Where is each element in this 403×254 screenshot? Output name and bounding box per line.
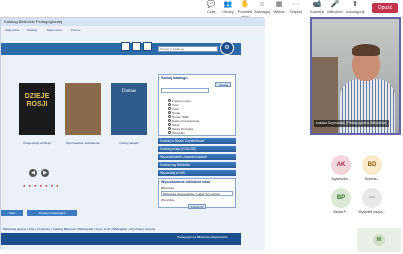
section-bar[interactable]: Szukaj prasy (CZA-SE) xyxy=(158,146,236,152)
tab-account[interactable]: Moje konto xyxy=(47,27,62,33)
site-search-input[interactable]: Szukaj w katalogu xyxy=(158,46,218,52)
speaker-video[interactable]: Łukasz Szymański (Pedagogiczna Bibliotek… xyxy=(310,17,401,135)
tab-help[interactable]: Pomoc xyxy=(71,27,80,33)
participant-name: Bożena... xyxy=(364,177,380,181)
participant-name: Beata P... xyxy=(333,210,349,214)
radio-icon xyxy=(168,119,171,122)
shared-screen: Katalog Biblioteki Pedagogicznej Najnows… xyxy=(0,17,265,250)
speaker-name-tag: Łukasz Szymański (Pedagogiczna Bibliotek… xyxy=(314,120,389,127)
section-bar[interactable]: Szukaj wg Bibliotek xyxy=(158,162,236,168)
book-cover[interactable] xyxy=(65,83,101,135)
radio-icon xyxy=(168,127,171,130)
radio-icon xyxy=(168,131,171,134)
meeting-toolbar: 💬Czat 👥Osoby ✋Podnieś rękę ☺Zareaguj ▦Wi… xyxy=(0,0,403,19)
tab-collections[interactable]: Szukaj w kolekcjach xyxy=(27,210,77,216)
tab-latest[interactable]: Najnowsze xyxy=(5,27,20,33)
tab-catalog[interactable]: Katalog xyxy=(27,27,37,33)
mic-button[interactable]: 🎤 Mikrofon xyxy=(324,1,346,14)
section-bar[interactable]: Szukaj w Bazie Czytelnikowi xyxy=(158,138,236,144)
book-title[interactable]: Czarny łabędź xyxy=(109,141,149,145)
section-bar[interactable]: Wyszukaj w NIK xyxy=(158,170,236,176)
bottom-tab-strip: Start Szukaj w kolekcjach xyxy=(1,210,241,216)
library-select[interactable]: Biblioteka Wojewódzka / Lukas Szymański xyxy=(161,191,233,196)
library-logo-icon: ⚙ xyxy=(220,41,234,55)
section-bar[interactable]: Wyszukiwanie zaawansowane xyxy=(158,154,236,160)
participant-name: Agnieszka... xyxy=(331,177,351,181)
carousel-prev-button[interactable]: ◀ xyxy=(29,169,37,177)
browser-tab-strip: Najnowsze Katalog Moje konto Pomoc xyxy=(1,26,265,34)
book-cover[interactable]: Dumas xyxy=(111,83,147,135)
search-option[interactable]: Wszystko xyxy=(159,131,235,135)
view-all-participants-button[interactable]: ··· xyxy=(362,188,382,208)
catalog-search-button[interactable]: Szukaj xyxy=(215,82,232,87)
tab-start[interactable]: Start xyxy=(1,210,23,216)
more-icon: ··· xyxy=(292,1,300,8)
more-button[interactable]: ··· Więcej xyxy=(285,1,307,14)
book-cover[interactable]: DZIEJE ROSJI xyxy=(19,83,55,135)
book-title[interactable]: Dzieje Rosji od Rosji xyxy=(17,141,57,145)
year-select[interactable]: Wszystkie xyxy=(159,197,235,202)
radio-icon xyxy=(168,115,171,118)
home-icon[interactable] xyxy=(121,42,130,51)
library-submit-button[interactable]: Zatwierdź xyxy=(188,204,206,209)
participant-name: Wyświetl wszys... xyxy=(358,210,386,214)
sitemap-icon[interactable] xyxy=(143,42,152,51)
library-field-label: Biblioteka xyxy=(161,186,175,190)
contact-icon[interactable] xyxy=(132,42,141,51)
catalog-search-panel: Szukaj katalogu Szukaj Fraza w tytule Ty… xyxy=(158,74,236,136)
footer-links[interactable]: Biblioteka główna | Filia | Czytelnicy |… xyxy=(1,226,241,232)
microphone-icon: 🎤 xyxy=(330,1,340,8)
radio-icon xyxy=(168,123,171,126)
participant-avatar[interactable]: BP xyxy=(331,188,351,208)
self-avatar: M xyxy=(373,234,385,246)
radio-icon xyxy=(168,99,171,102)
footer-text: Pedagogiczna Biblioteka Wojewódzka xyxy=(177,235,228,239)
leave-button[interactable]: Opuść xyxy=(372,3,398,13)
share-icon: ⬆ xyxy=(352,1,358,8)
radio-icon xyxy=(168,103,171,106)
library-select-box: Wyszukiwanie biblioteki lokal Biblioteka… xyxy=(158,178,236,209)
book-title[interactable]: Wychowanie, kształcenie xyxy=(63,141,103,145)
catalog-search-input[interactable] xyxy=(161,88,209,93)
speaker-hair xyxy=(352,44,380,56)
book-carousel: DZIEJE ROSJI Dzieje Rosji od Rosji Wycho… xyxy=(5,79,155,188)
participant-avatar[interactable]: BD xyxy=(362,155,382,175)
library-catalog-page: Szukaj w katalogu ⚙ DZIEJE ROSJI Dzieje … xyxy=(1,34,265,250)
self-view[interactable]: M xyxy=(357,228,401,252)
carousel-next-button[interactable]: ▶ xyxy=(41,169,49,177)
radio-icon xyxy=(168,111,171,114)
carousel-dots[interactable]: ● ● ● ● ● ● ● xyxy=(23,183,60,188)
participant-avatar[interactable]: AK xyxy=(331,155,351,175)
radio-icon xyxy=(168,107,171,110)
shared-window-title: Katalog Biblioteki Pedagogicznej xyxy=(1,18,265,26)
share-button[interactable]: ⬆ Udostępnij xyxy=(344,1,366,14)
